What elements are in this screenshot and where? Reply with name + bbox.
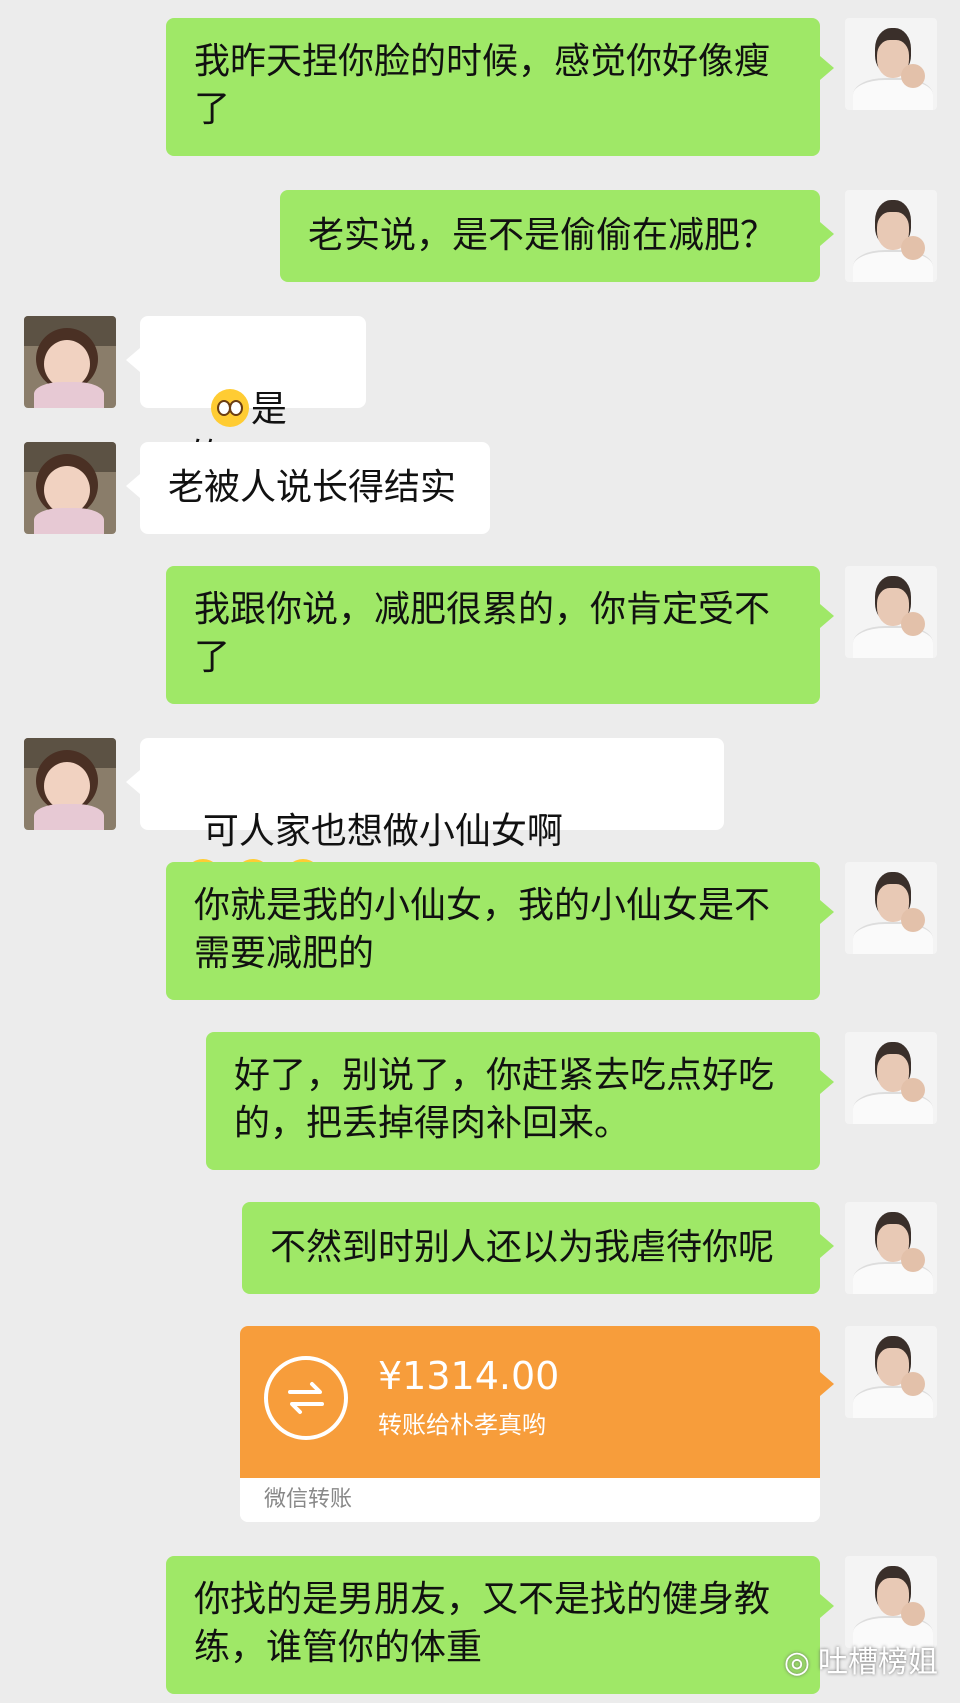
message-bubble[interactable]: 老实说，是不是偷偷在减肥？ xyxy=(280,190,820,282)
sender-avatar[interactable] xyxy=(845,1556,937,1648)
message-bubble[interactable]: 是的。 xyxy=(140,316,366,478)
bubble-tail xyxy=(126,770,140,794)
flushed-face-emoji xyxy=(210,389,249,427)
transfer-label: 微信转账 xyxy=(264,1487,353,1512)
sender-avatar[interactable] xyxy=(845,1202,937,1294)
sender-avatar[interactable] xyxy=(845,18,937,110)
sender-avatar[interactable] xyxy=(845,862,937,954)
bubble-tail xyxy=(820,222,834,246)
bubble-tail xyxy=(820,604,834,628)
transfer-footer: 微信转账 xyxy=(240,1478,820,1522)
transfer-card-body: ¥1314.00 转账给朴孝真哟 xyxy=(240,1326,820,1478)
sender-avatar[interactable] xyxy=(845,190,937,282)
transfer-amount: ¥1314.00 xyxy=(378,1354,560,1398)
sender-avatar[interactable] xyxy=(845,1032,937,1124)
message-bubble[interactable]: 可人家也想做小仙女啊 xyxy=(140,738,724,897)
sender-avatar[interactable] xyxy=(845,566,937,658)
message-bubble[interactable]: 老被人说长得结实 xyxy=(140,442,490,534)
receiver-avatar[interactable] xyxy=(24,738,116,830)
bubble-tail xyxy=(820,1594,834,1618)
bubble-tail xyxy=(820,900,834,924)
wechat-transfer-card[interactable]: ¥1314.00 转账给朴孝真哟 微信转账 xyxy=(240,1326,820,1522)
bubble-tail xyxy=(126,348,140,372)
watermark: ◎ 吐槽榜姐 xyxy=(784,1637,938,1681)
receiver-avatar[interactable] xyxy=(24,316,116,408)
wechat-logo-icon: ◎ xyxy=(783,1645,810,1680)
message-text: 可人家也想做小仙女啊 xyxy=(202,811,563,852)
message-bubble[interactable]: 你找的是男朋友，又不是找的健身教 练，谁管你的体重 xyxy=(166,1556,820,1694)
message-bubble[interactable]: 不然到时别人还以为我虐待你呢 xyxy=(242,1202,820,1294)
bubble-tail xyxy=(820,1234,834,1258)
transfer-description: 转账给朴孝真哟 xyxy=(378,1411,546,1439)
bubble-tail xyxy=(820,1070,834,1094)
transfer-arrows-icon xyxy=(288,1382,324,1414)
message-bubble[interactable]: 你就是我的小仙女，我的小仙女是不 需要减肥的 xyxy=(166,862,820,1000)
bubble-tail xyxy=(820,56,834,80)
message-bubble[interactable]: 我昨天捏你脸的时候，感觉你好像瘦 了 xyxy=(166,18,820,156)
sender-avatar[interactable] xyxy=(845,1326,937,1418)
watermark-text: 吐槽榜姐 xyxy=(818,1645,938,1680)
message-bubble[interactable]: 我跟你说，减肥很累的，你肯定受不 了 xyxy=(166,566,820,704)
message-bubble[interactable]: 好了，别说了，你赶紧去吃点好吃 的，把丢掉得肉补回来。 xyxy=(206,1032,820,1170)
bubble-tail xyxy=(820,1372,834,1396)
receiver-avatar[interactable] xyxy=(24,442,116,534)
bubble-tail xyxy=(126,474,140,498)
